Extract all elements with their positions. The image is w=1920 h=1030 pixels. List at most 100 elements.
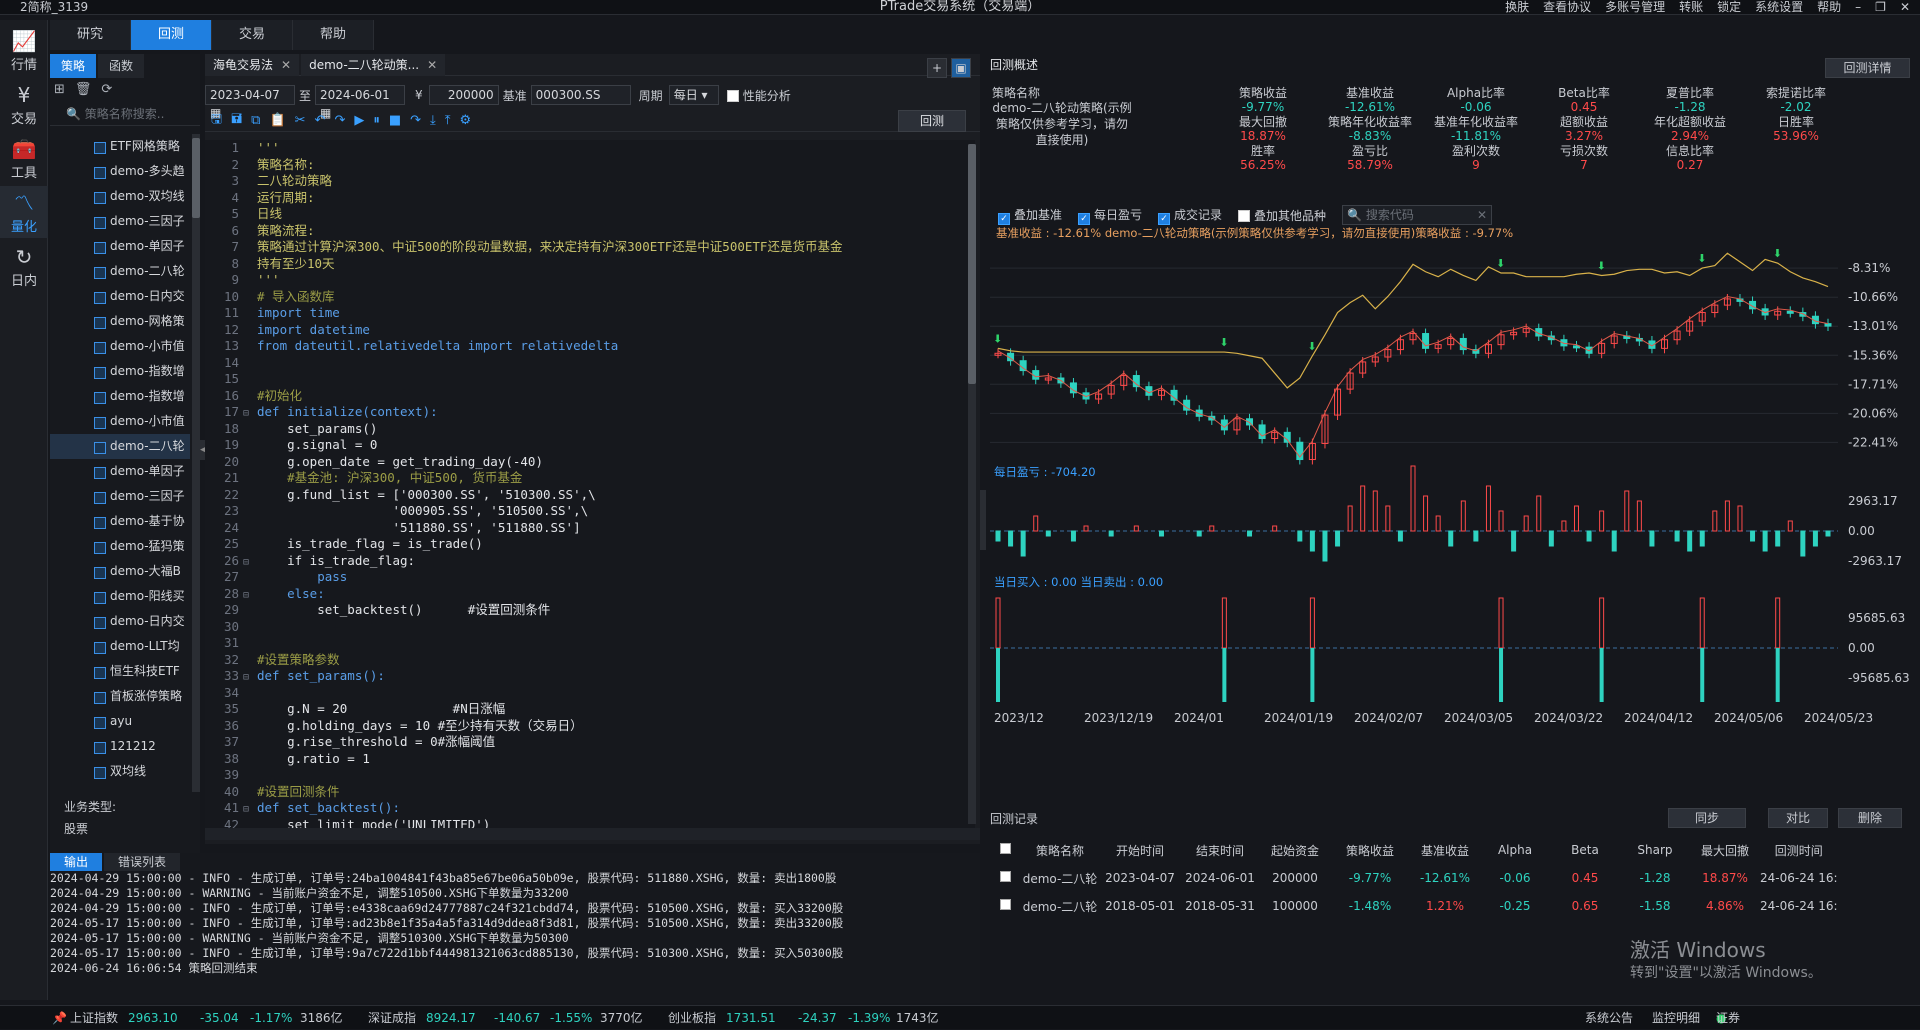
strategy-item[interactable]: ayu	[50, 709, 190, 734]
nav-trade[interactable]: ¥ 交易	[0, 78, 48, 130]
column-header[interactable]: 基准收益	[1410, 836, 1480, 864]
code-line[interactable]: 1 '''	[205, 140, 975, 157]
strategy-item[interactable]: demo-二八轮	[50, 259, 190, 284]
code-line[interactable]: 12 import datetime	[205, 322, 975, 339]
editor-tab-demo[interactable]: demo-二八轮动策... ✕	[301, 54, 446, 76]
step-over-icon[interactable]: ↷	[410, 113, 421, 128]
nav-market[interactable]: 📈 行情	[0, 24, 48, 76]
strategy-item[interactable]: demo-三因子	[50, 484, 190, 509]
column-header[interactable]: 最大回撤	[1690, 836, 1760, 864]
add-tab-button[interactable]: +	[927, 58, 947, 78]
sync-button[interactable]: 同步	[1668, 808, 1746, 828]
cy-index-label[interactable]: 创业板指	[668, 1006, 716, 1030]
strategy-item[interactable]: demo-大福B	[50, 559, 190, 584]
undo-icon[interactable]: ↶	[315, 113, 326, 128]
lock-button[interactable]: 锁定	[1717, 0, 1741, 14]
code-search-input[interactable]: 🔍 搜索代码 ✕	[1342, 205, 1493, 225]
detail-button[interactable]: 回测详情	[1825, 58, 1910, 78]
start-date-input[interactable]: 2023-04-07 ▦	[205, 85, 295, 120]
code-line[interactable]: 19 g.signal = 0	[205, 437, 975, 454]
strategy-item[interactable]: demo-日内交	[50, 284, 190, 309]
code-line[interactable]: 39	[205, 767, 975, 784]
code-line[interactable]: 10 # 导入函数库	[205, 289, 975, 306]
column-header[interactable]: 起始资金	[1260, 836, 1330, 864]
strategy-item[interactable]: demo-二八轮	[50, 434, 190, 459]
column-header[interactable]: 策略名称	[1020, 836, 1100, 864]
stop-icon[interactable]: ■	[389, 113, 401, 128]
menu-trade[interactable]: 交易	[212, 20, 293, 50]
code-line[interactable]: 31	[205, 635, 975, 652]
code-line[interactable]: 35 g.N = 20 #N日涨幅	[205, 701, 975, 718]
save-as-icon[interactable]: 🖬	[231, 110, 242, 132]
maximize-icon[interactable]: ❐	[1875, 0, 1886, 14]
overlay-bench-checkbox[interactable]: ✓ 叠加基准	[998, 206, 1062, 225]
multi-account-button[interactable]: 多账号管理	[1605, 0, 1665, 14]
strategy-item[interactable]: demo-基于协	[50, 509, 190, 534]
column-header[interactable]: Alpha	[1480, 836, 1550, 864]
compare-button[interactable]: 对比	[1768, 808, 1828, 828]
code-line[interactable]: 11 import time	[205, 305, 975, 322]
period-select[interactable]: 每日 ▾	[668, 85, 719, 105]
code-line[interactable]: 16 #初始化	[205, 388, 975, 405]
settings-button[interactable]: 系统设置	[1755, 0, 1803, 14]
column-header[interactable]: 回测时间	[1760, 836, 1838, 864]
strategy-item[interactable]: demo-网格策	[50, 309, 190, 334]
skin-button[interactable]: 换肤	[1505, 0, 1529, 14]
strategy-item[interactable]: demo-猛犸策	[50, 534, 190, 559]
end-date-input[interactable]: 2024-06-01 ▦	[315, 85, 406, 120]
minimize-icon[interactable]: –	[1855, 0, 1861, 14]
strategy-item[interactable]: demo-单因子	[50, 459, 190, 484]
strategy-item[interactable]: 恒生科技ETF	[50, 659, 190, 684]
step-out-icon[interactable]: ⤒	[445, 113, 451, 128]
help-button[interactable]: 帮助	[1817, 0, 1841, 14]
strategy-item[interactable]: ETF网格策略	[50, 134, 190, 159]
code-line[interactable]: 32 #设置策略参数	[205, 652, 975, 669]
add-icon[interactable]: ⊞	[54, 82, 65, 97]
save-icon[interactable]: 🖫	[211, 110, 222, 132]
strategy-item[interactable]: demo-小市值	[50, 334, 190, 359]
code-line[interactable]: 7 策略通过计算沪深300、中证500的阶段动量数据，来决定持有沪深300ETF还…	[205, 239, 975, 256]
close-icon[interactable]: ✕	[281, 58, 291, 72]
copy-icon[interactable]: ⧉	[251, 113, 260, 128]
layout-button[interactable]: ▣	[951, 58, 971, 78]
row-checkbox[interactable]	[999, 871, 1011, 882]
refresh-icon[interactable]: ⟳	[101, 82, 112, 97]
strategy-item[interactable]: demo-单因子	[50, 234, 190, 259]
backtest-button[interactable]: 回测	[898, 110, 966, 132]
editor-hscroll[interactable]	[205, 828, 980, 840]
code-line[interactable]: 27 pass	[205, 569, 975, 586]
step-into-icon[interactable]: ⤓	[430, 113, 436, 128]
run-icon[interactable]: ▶	[354, 113, 364, 128]
code-line[interactable]: 15	[205, 371, 975, 388]
code-line[interactable]: 36 g.holding_days = 10 #至少持有天数（交易日）	[205, 718, 975, 735]
delete-button[interactable]: 删除	[1838, 808, 1902, 828]
delete-icon[interactable]: 🗑	[75, 82, 92, 97]
redo-icon[interactable]: ↷	[334, 113, 345, 128]
code-line[interactable]: 29 set_backtest() #设置回测条件	[205, 602, 975, 619]
code-line[interactable]: 37 g.rise_threshold = 0#涨幅阈值	[205, 734, 975, 751]
column-header[interactable]: 开始时间	[1100, 836, 1180, 864]
scroll-thumb[interactable]	[192, 138, 200, 218]
table-row[interactable]: demo-二八轮 2023-04-07 2024-06-01 200000 -9.77%…	[990, 864, 1838, 892]
strategy-scrollbar[interactable]	[192, 134, 200, 792]
daily-pnl-checkbox[interactable]: ✓ 每日盈亏	[1078, 206, 1142, 225]
column-header[interactable]: Sharp	[1620, 836, 1690, 864]
code-line[interactable]: 23 '000905.SS', '510500.SS',\	[205, 503, 975, 520]
column-header[interactable]: 结束时间	[1180, 836, 1260, 864]
strategy-item[interactable]: 121212	[50, 734, 190, 759]
strategy-item[interactable]: demo-指数增	[50, 384, 190, 409]
code-line[interactable]: 30	[205, 619, 975, 636]
strategy-item[interactable]: demo-日内交	[50, 609, 190, 634]
code-line[interactable]: 6 策略流程:	[205, 223, 975, 240]
column-header[interactable]: Beta	[1550, 836, 1620, 864]
nav-tools[interactable]: 🧰 工具	[0, 132, 48, 184]
code-line[interactable]: 38 g.ratio = 1	[205, 751, 975, 768]
clear-icon[interactable]: ✕	[1477, 206, 1487, 224]
strategy-item[interactable]: demo-指数增	[50, 359, 190, 384]
strategy-item[interactable]: 双均线	[50, 759, 190, 784]
code-line[interactable]: 28 ⊟ else:	[205, 586, 975, 603]
select-all-checkbox[interactable]	[999, 843, 1011, 854]
strategy-item[interactable]: demo-多头趋	[50, 159, 190, 184]
nav-intraday[interactable]: ↻ 日内	[0, 240, 48, 292]
code-line[interactable]: 24 '511880.SS', '511880.SS']	[205, 520, 975, 537]
